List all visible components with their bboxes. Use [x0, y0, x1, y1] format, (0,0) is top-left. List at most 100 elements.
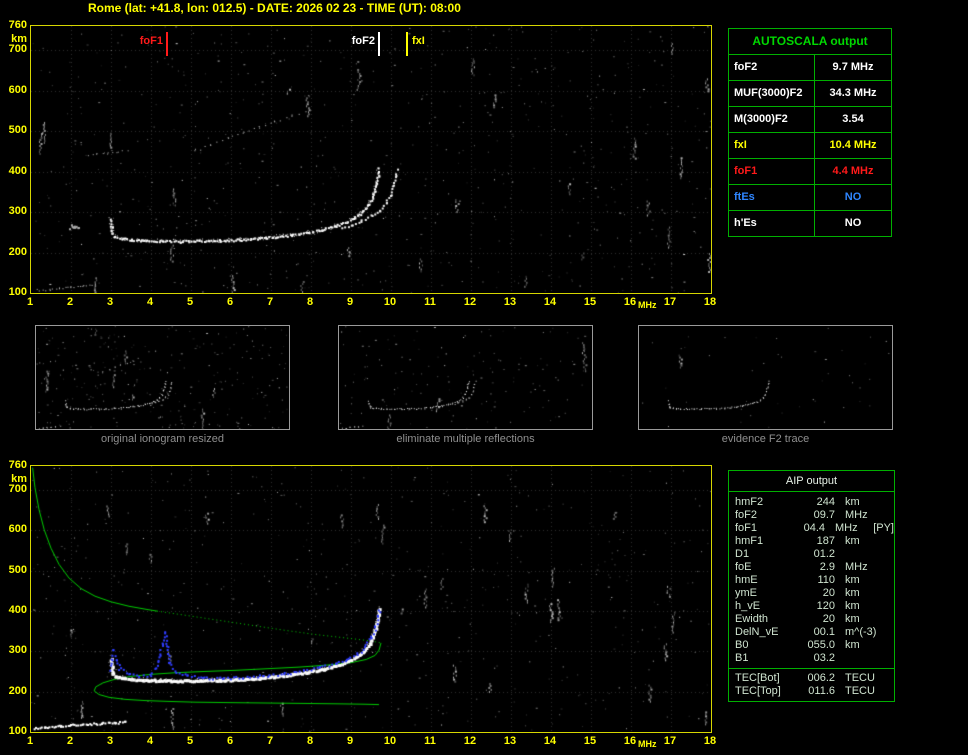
aip-row-name: hmE	[735, 574, 758, 586]
y-tick-label: 600	[8, 523, 27, 536]
aip-row-unit: km	[845, 600, 860, 612]
x-tick-label: 9	[346, 296, 354, 308]
x-tick-label: 5	[186, 735, 194, 747]
x-tick-label: 12	[463, 296, 477, 308]
aip-row: Ewidth 20 km	[729, 613, 894, 626]
autoscala-row-label: ftEs	[734, 191, 755, 203]
y-tick-label: 200	[8, 245, 27, 258]
x-tick-label: 4	[146, 296, 154, 308]
aip-row-extra	[883, 587, 894, 600]
autoscala-row-value: 34.3 MHz	[814, 81, 891, 106]
aip-row: hmE 110 km	[729, 574, 894, 587]
aip-row-name: B0	[735, 639, 749, 651]
eliminate-reflections-canvas	[339, 326, 592, 429]
x-tick-label: 15	[583, 735, 597, 747]
autoscala-screen: Rome (lat: +41.8, lon: 012.5) - DATE: 20…	[0, 0, 968, 755]
fof1-marker	[166, 32, 168, 56]
y-tick-label: 760	[8, 459, 27, 471]
autoscala-row: foF1 4.4 MHz	[729, 158, 891, 184]
autoscala-row-label: h'Es	[734, 217, 757, 229]
x-tick-label: 11	[424, 735, 436, 747]
aip-row-extra	[883, 600, 894, 613]
aip-row-name: foF2	[735, 509, 758, 521]
aip-row-unit	[835, 652, 883, 665]
aip-row-name: h_vE	[735, 600, 761, 612]
aip-row-name: Ewidth	[735, 613, 769, 625]
x-tick-label: 10	[383, 296, 397, 308]
x-tick-label: 16	[623, 296, 637, 308]
x-tick-label: 18	[703, 735, 717, 747]
aip-row-unit	[835, 548, 883, 561]
x-tick-label: 5	[186, 296, 194, 308]
aip-row-name: hmF1	[735, 535, 764, 547]
aip-row-unit: TECU	[845, 685, 875, 697]
autoscala-row: ftEs NO	[729, 184, 891, 210]
x-tick-label: 1	[26, 735, 34, 747]
x-tick-label: 14	[543, 735, 557, 747]
aip-row-value: 187	[816, 535, 835, 547]
x-tick-label: 4	[146, 735, 154, 747]
caption-original-ionogram: original ionogram resized	[101, 433, 224, 445]
aip-row: D1 01.2	[729, 548, 894, 561]
aip-table-title: AIP output	[729, 471, 894, 492]
panel-evidence-f2-trace	[638, 325, 893, 430]
aip-row-extra	[883, 548, 894, 561]
aip-row-name: foF1	[735, 522, 758, 534]
autoscala-table-title: AUTOSCALA output	[752, 34, 868, 48]
aip-row: h_vE 120 km	[729, 600, 894, 613]
aip-row-value: 011.6	[808, 685, 835, 697]
aip-row-name: DelN_vE	[735, 626, 779, 638]
x-tick-label: 17	[663, 735, 677, 747]
x-tick-label: 15	[583, 296, 597, 308]
aip-row: TEC[Bot] 006.2 TECU	[729, 672, 894, 685]
x-tick-label: 7	[266, 735, 274, 747]
x-tick-label: 16	[623, 735, 637, 747]
fxi-marker	[406, 32, 408, 56]
aip-row-extra	[883, 509, 894, 522]
x-tick-label: 1	[26, 296, 34, 308]
y-tick-label: 760	[8, 19, 27, 31]
aip-row: foF1 04.4 MHz [PY]	[729, 522, 894, 535]
x-tick-label: 8	[306, 735, 314, 747]
caption-evidence-f2-trace: evidence F2 trace	[721, 433, 810, 445]
autoscala-row-label: M(3000)F2	[734, 113, 788, 125]
autoscala-table-rows: foF2 9.7 MHz MUF(3000)F2 34.3 MHz M(3000)F2 3…	[729, 54, 891, 236]
panel-original-ionogram	[35, 325, 290, 430]
aip-row-value: 20	[822, 613, 835, 625]
x-tick-label: 18	[703, 296, 717, 308]
aip-row-unit: MHz	[845, 509, 868, 521]
aip-row: hmF2 244 km	[729, 496, 894, 509]
aip-row-name: hmF2	[735, 496, 764, 508]
autoscala-row: MUF(3000)F2 34.3 MHz	[729, 80, 891, 106]
x-tick-label: 8	[306, 296, 314, 308]
aip-row: B0 055.0 km	[729, 639, 894, 652]
aip-row-unit: km	[845, 639, 860, 651]
x-tick-label: 13	[503, 296, 517, 308]
aip-row: hmF1 187 km	[729, 535, 894, 548]
aip-row-value: 01.2	[813, 548, 835, 560]
aip-row: foF2 09.7 MHz	[729, 509, 894, 522]
y-tick-label: 500	[8, 124, 27, 137]
profile-ionogram-plot	[30, 465, 712, 733]
autoscala-row: fxI 10.4 MHz	[729, 132, 891, 158]
autoscala-row: M(3000)F2 3.54	[729, 106, 891, 132]
aip-row-extra	[883, 652, 894, 665]
x-tick-label: 3	[106, 735, 114, 747]
aip-table-rows: hmF2 244 km foF2 09.7 MHz foF1 04.4 MHz [PY] hmF1 1…	[729, 492, 894, 668]
aip-row-unit: km	[845, 496, 860, 508]
aip-row-extra	[883, 626, 894, 639]
x-tick-label: 11	[424, 296, 436, 308]
x-tick-label: 12	[463, 735, 477, 747]
aip-row: TEC[Top] 011.6 TECU	[729, 685, 894, 698]
aip-row-value: 09.7	[813, 509, 835, 521]
aip-row-extra	[883, 574, 894, 587]
x-tick-label: 6	[226, 296, 234, 308]
x-tick-label: 2	[66, 735, 74, 747]
aip-row-extra	[883, 535, 894, 548]
aip-row-unit: km	[845, 613, 860, 625]
autoscala-output-table: AUTOSCALA output foF2 9.7 MHz MUF(3000)F2 3…	[728, 28, 892, 237]
profile-ionogram-canvas	[31, 466, 711, 732]
y-tick-label: 500	[8, 563, 27, 576]
autoscala-row-label: MUF(3000)F2	[734, 87, 803, 99]
autoscala-row-label: fxI	[734, 139, 747, 151]
